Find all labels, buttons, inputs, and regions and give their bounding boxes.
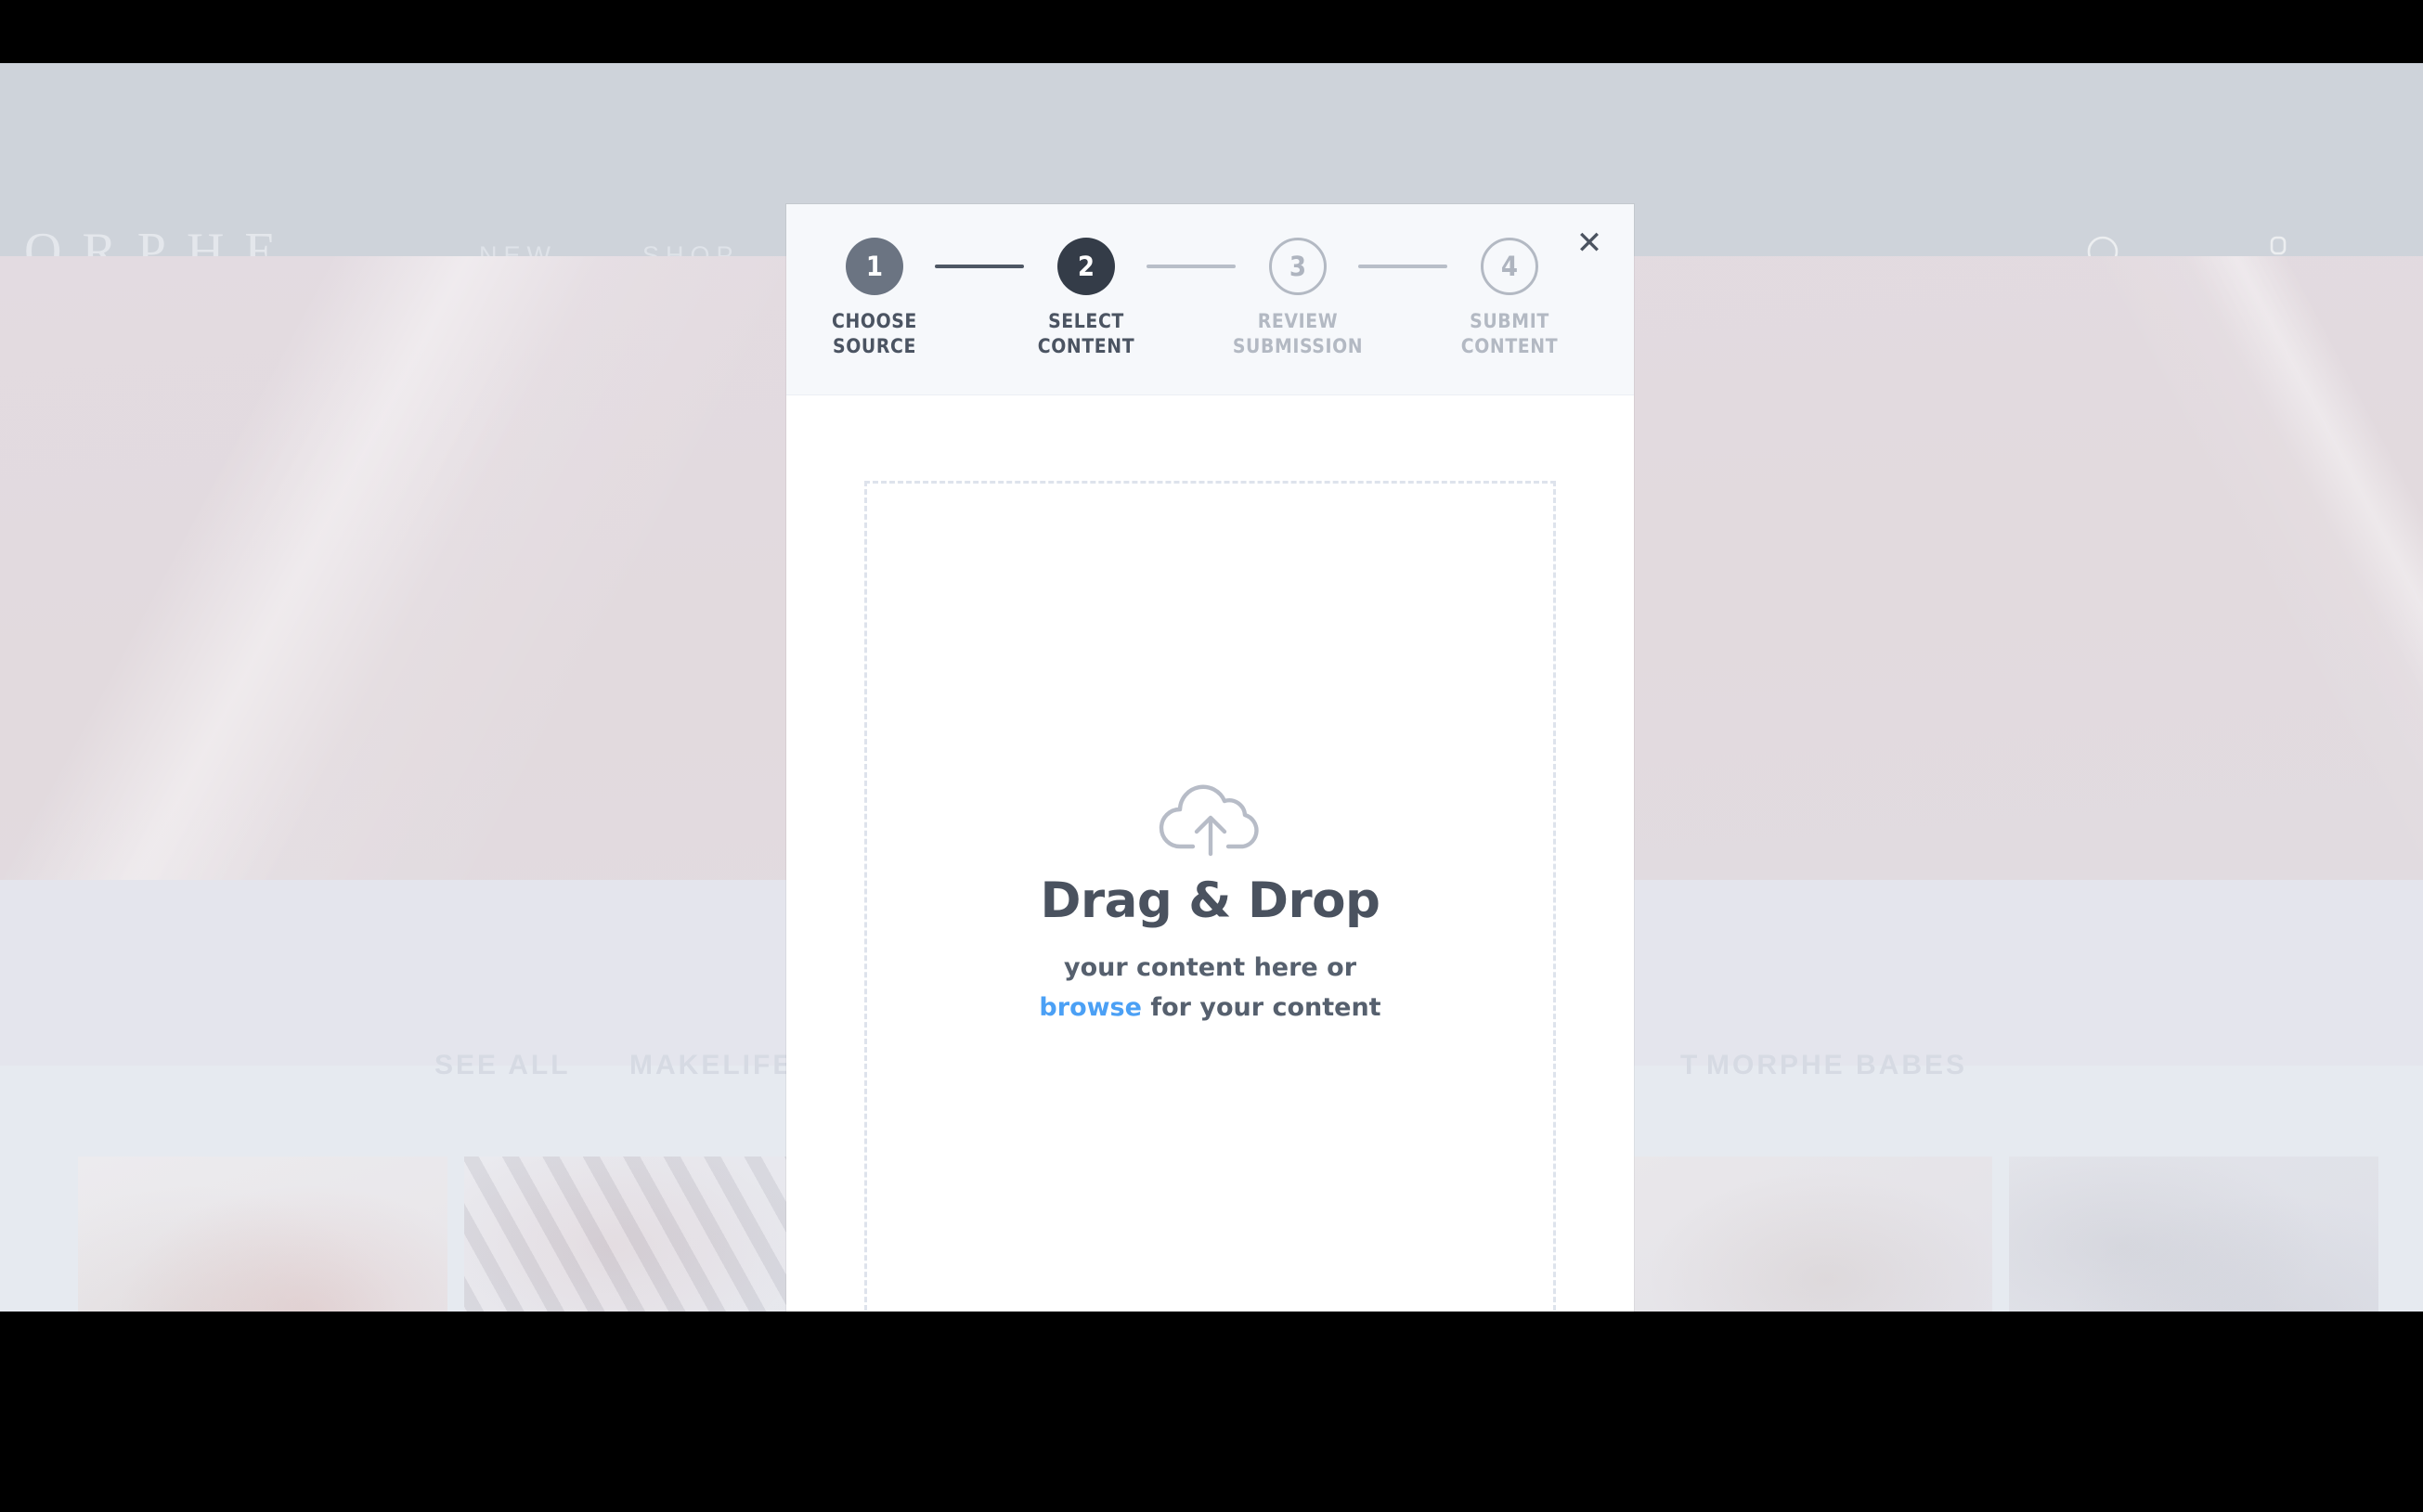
step-label-line2: SOURCE	[833, 334, 916, 357]
category-link-makelife[interactable]: MAKELIFE	[629, 1050, 794, 1081]
product-card[interactable]	[1623, 1157, 1992, 1312]
step-label-line2: CONTENT	[1460, 334, 1559, 357]
cloud-upload-icon	[1156, 780, 1265, 859]
step-label-line1: SUBMIT	[1470, 310, 1549, 332]
step-label: REVIEW SUBMISSION	[1224, 309, 1372, 359]
screen: ORPHE NEW SHOP Sh pe	[0, 0, 2423, 1512]
step-label: SUBMIT CONTENT	[1435, 309, 1584, 359]
category-link-see-all[interactable]: SEE ALL	[434, 1050, 571, 1081]
dropzone-subtitle: your content here or browse for your con…	[1039, 949, 1380, 1027]
upload-modal: ✕ 1 CHOOSE SOURCE 2 SELECT CONTENT 3 REV…	[786, 204, 1634, 1312]
step-label-line1: CHOOSE	[832, 310, 917, 332]
step-label: CHOOSE SOURCE	[800, 309, 949, 359]
dropzone-title: Drag & Drop	[1040, 872, 1380, 930]
category-link-truncated[interactable]: T	[1680, 1050, 1700, 1081]
step-indicator: 1 CHOOSE SOURCE 2 SELECT CONTENT 3 REVIE…	[786, 238, 1634, 377]
step-choose-source[interactable]: 1 CHOOSE SOURCE	[800, 238, 949, 359]
step-review-submission[interactable]: 3 REVIEW SUBMISSION	[1224, 238, 1372, 359]
modal-body: Drag & Drop your content here or browse …	[786, 395, 1634, 1312]
dropzone-subtitle-line1: your content here or	[1063, 953, 1357, 983]
step-number-badge: 3	[1269, 238, 1327, 295]
browser-viewport: ORPHE NEW SHOP Sh pe	[0, 63, 2423, 1312]
step-label-line2: SUBMISSION	[1232, 334, 1364, 357]
step-label-line2: CONTENT	[1037, 334, 1135, 357]
step-number-badge: 2	[1057, 238, 1115, 295]
dropzone-subtitle-line2-tail: for your content	[1141, 993, 1381, 1023]
step-label-line1: SELECT	[1048, 310, 1124, 332]
browse-link[interactable]: browse	[1039, 993, 1142, 1022]
step-submit-content[interactable]: 4 SUBMIT CONTENT	[1435, 238, 1584, 359]
step-number-badge: 1	[846, 238, 903, 295]
product-card[interactable]	[2009, 1157, 2378, 1312]
step-number-badge: 4	[1481, 238, 1538, 295]
product-card[interactable]	[78, 1157, 447, 1312]
step-label: SELECT CONTENT	[1012, 309, 1160, 359]
file-dropzone[interactable]: Drag & Drop your content here or browse …	[864, 481, 1556, 1312]
modal-header: ✕ 1 CHOOSE SOURCE 2 SELECT CONTENT 3 REV…	[786, 204, 1634, 395]
product-card[interactable]	[464, 1157, 834, 1312]
step-label-line1: REVIEW	[1257, 310, 1339, 332]
step-select-content[interactable]: 2 SELECT CONTENT	[1012, 238, 1160, 359]
category-link-morphe-babes[interactable]: MORPHE BABES	[1706, 1050, 1967, 1081]
